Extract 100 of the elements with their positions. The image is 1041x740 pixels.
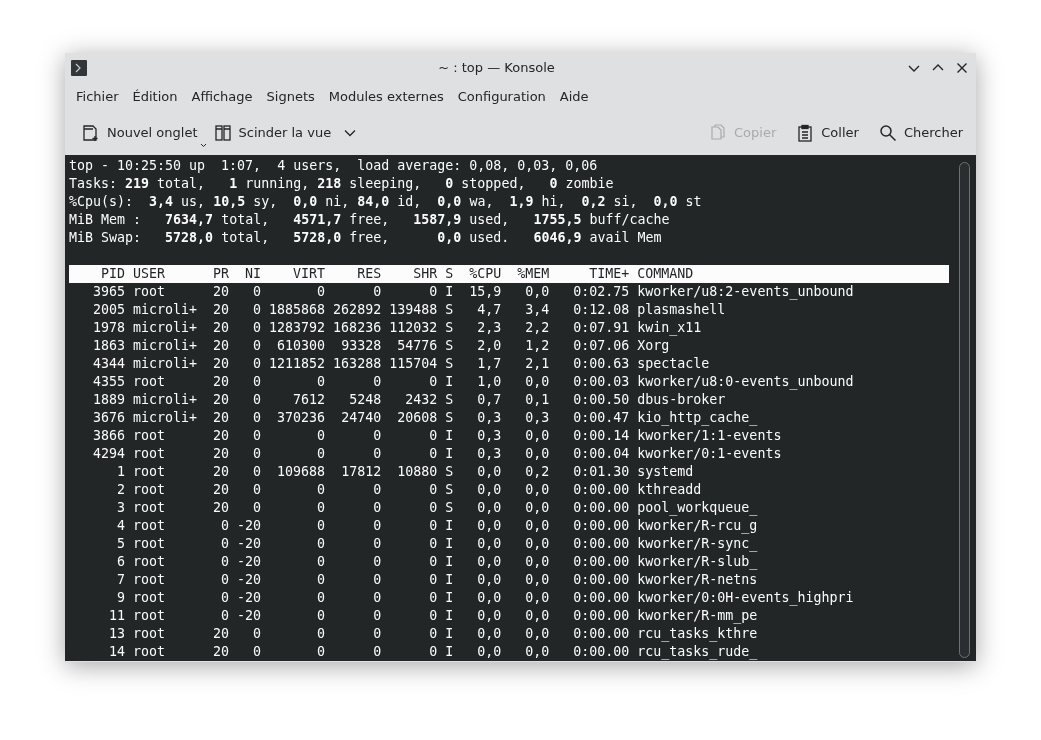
table-cell: 5248 xyxy=(349,392,382,407)
column-header: NI xyxy=(245,266,262,281)
table-cell: 1863 xyxy=(93,338,126,353)
table-cell: S xyxy=(445,482,454,497)
table-cell: kworker/u8:2-events_unbound xyxy=(637,284,854,299)
table-cell: 0:00.50 xyxy=(573,392,630,407)
table-cell: -20 xyxy=(237,536,262,551)
table-cell: S xyxy=(445,356,454,371)
table-cell: 1978 xyxy=(93,320,126,335)
table-cell: 1885868 xyxy=(269,302,326,317)
table-cell: pool_workqueue_ xyxy=(637,500,758,515)
table-cell: 262892 xyxy=(333,302,382,317)
table-cell: 0:00.00 xyxy=(573,518,630,533)
table-cell: 0 xyxy=(429,644,438,659)
table-cell: root xyxy=(133,374,166,389)
table-cell: 0 xyxy=(253,284,262,299)
menu-item[interactable]: Fichier xyxy=(69,84,126,108)
table-cell: 0,1 xyxy=(525,392,550,407)
table-cell: 0 xyxy=(317,284,326,299)
table-cell: root xyxy=(133,644,166,659)
table-cell: 0,0 xyxy=(477,518,502,533)
table-cell: spectacle xyxy=(637,356,710,371)
table-cell: kio_http_cache_ xyxy=(637,410,758,425)
table-cell: 1211852 xyxy=(269,356,326,371)
table-cell: 0 xyxy=(373,374,382,389)
table-cell: 0 xyxy=(373,554,382,569)
table-cell: 24740 xyxy=(341,410,382,425)
table-cell: 0,0 xyxy=(525,500,550,515)
table-cell: 2,0 xyxy=(477,338,502,353)
table-cell: 0,0 xyxy=(477,554,502,569)
table-cell: 0,0 xyxy=(525,572,550,587)
table-cell: 0:07.91 xyxy=(573,320,630,335)
table-cell: 0 xyxy=(373,428,382,443)
table-cell: 0,3 xyxy=(477,428,502,443)
table-cell: 0 xyxy=(317,608,326,623)
table-cell: 0 xyxy=(317,428,326,443)
table-cell: 0 xyxy=(373,284,382,299)
table-cell: kworker/R-netns xyxy=(637,572,758,587)
table-cell: -20 xyxy=(237,590,262,605)
table-cell: 0,3 xyxy=(525,410,550,425)
menu-item[interactable]: Signets xyxy=(259,84,322,108)
table-cell: 0,0 xyxy=(525,608,550,623)
table-cell: I xyxy=(445,608,454,623)
table-cell: I xyxy=(445,626,454,641)
table-cell: I xyxy=(445,590,454,605)
column-header: USER xyxy=(133,266,166,281)
table-cell: 0:00.00 xyxy=(573,572,630,587)
column-header: %CPU xyxy=(469,266,502,281)
table-cell: root xyxy=(133,572,166,587)
table-cell: dbus-broker xyxy=(637,392,726,407)
table-cell: 0 xyxy=(373,608,382,623)
summary-line: top - 10:25:50 up 1:07, 4 users, load average: 0,08, 0,03, 0,06 xyxy=(69,157,598,175)
scrollbar[interactable] xyxy=(959,162,970,658)
table-cell: rcu_tasks_kthre xyxy=(637,626,758,641)
table-cell: 0 xyxy=(373,518,382,533)
table-cell: kwin_x11 xyxy=(637,320,702,335)
table-cell: 10880 xyxy=(397,464,438,479)
table-cell: 0:00.47 xyxy=(573,410,630,425)
table-cell: 0 xyxy=(253,482,262,497)
table-cell: 0 xyxy=(253,302,262,317)
menu-item[interactable]: Affichage xyxy=(184,84,260,108)
table-cell: rcu_tasks_rude_ xyxy=(637,644,758,659)
menu-item[interactable]: Configuration xyxy=(450,84,553,108)
search-button[interactable]: Chercher xyxy=(873,119,968,146)
table-cell: 54776 xyxy=(397,338,438,353)
table-cell: I xyxy=(445,554,454,569)
table-cell: kworker/R-mm_pe xyxy=(637,608,758,623)
table-cell: 20 xyxy=(213,644,230,659)
menu-item[interactable]: Modules externes xyxy=(321,84,451,108)
table-cell: 0 xyxy=(221,572,230,587)
column-header: RES xyxy=(357,266,382,281)
table-cell: 0 xyxy=(221,590,230,605)
table-cell: 0:00.00 xyxy=(573,644,630,659)
table-cell: 0,0 xyxy=(477,482,502,497)
table-cell: 0,0 xyxy=(477,572,502,587)
table-cell: 11 xyxy=(109,608,126,623)
table-cell: root xyxy=(133,464,166,479)
table-cell: 2005 xyxy=(93,302,126,317)
caret-icon xyxy=(344,128,357,137)
menu-item[interactable]: Édition xyxy=(125,84,185,108)
new-tab-button[interactable]: Nouvel onglet xyxy=(77,119,203,146)
table-cell: 109688 xyxy=(277,464,326,479)
table-cell: microli+ xyxy=(133,410,198,425)
table-cell: 20 xyxy=(213,500,230,515)
table-cell: 0,0 xyxy=(525,590,550,605)
table-cell: 0,0 xyxy=(477,590,502,605)
table-cell: 0 xyxy=(373,536,382,551)
table-cell: microli+ xyxy=(133,338,198,353)
summary-line: MiB Mem : 7634,7 total, 4571,7 free, 1587,9 used, 1755,5 buff/cache xyxy=(69,211,670,229)
table-cell: root xyxy=(133,554,166,569)
split-view-button[interactable]: Scinder la vue xyxy=(208,119,362,146)
table-cell: 0,0 xyxy=(477,464,502,479)
table-cell: root xyxy=(133,284,166,299)
menu-item[interactable]: Aide xyxy=(552,84,596,108)
paste-button[interactable]: Coller xyxy=(791,119,864,146)
table-cell: 0 xyxy=(253,428,262,443)
table-cell: 0 xyxy=(317,590,326,605)
table-cell: 1889 xyxy=(93,392,126,407)
table-cell: 0 xyxy=(317,554,326,569)
table-cell: 0 xyxy=(373,644,382,659)
